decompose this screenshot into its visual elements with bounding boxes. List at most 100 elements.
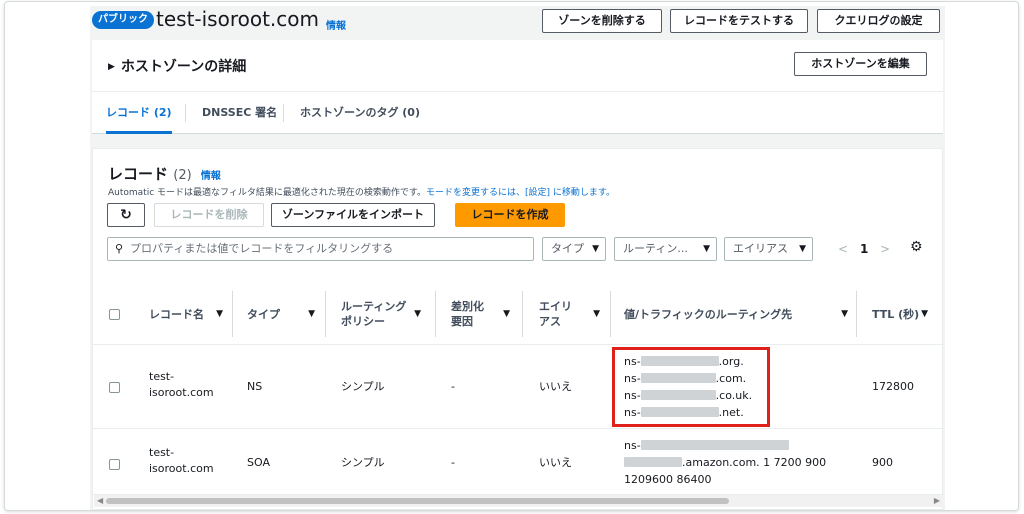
sort-icon: ▼ (593, 309, 600, 319)
page-title: test-isoroot.com (156, 7, 320, 31)
caret-down-icon: ▼ (592, 244, 599, 254)
routing-select[interactable]: ルーティン... ▼ (614, 237, 717, 261)
table-header: レコード名 ▼ タイプ ▼ ルーティング ポリシー ▼ 差別化 要因 ▼ エイリ アス ▼… (93, 283, 944, 345)
search-icon: ⚲ (115, 242, 124, 255)
search-mode-text: Automatic モードは最適なフィルタ結果に最適化された現在の検索動作です。 (108, 188, 426, 198)
delete-zone-button[interactable]: ゾーンを削除する (542, 9, 662, 33)
horizontal-scrollbar[interactable]: ◀ ▶ (94, 495, 943, 507)
record-name-line: isoroot.com (149, 386, 214, 399)
records-title: レコード (108, 165, 169, 183)
column-divider (435, 291, 436, 337)
soa-prefix: ns- (624, 439, 641, 452)
differentiator: - (451, 456, 455, 469)
caret-right-icon: ▶ (108, 62, 115, 72)
ttl-value: 172800 (872, 380, 914, 393)
highlight-box (612, 347, 770, 427)
delete-record-button[interactable]: レコードを削除 (154, 203, 264, 227)
record-name-line: test- (149, 370, 175, 383)
column-divider (522, 291, 523, 337)
sort-icon: ▼ (308, 309, 315, 319)
tabs: レコード (2) DNSSEC 署名 ホストゾーンのタグ (0) (92, 92, 943, 134)
sort-icon: ▼ (503, 309, 510, 319)
alias-select-label: エイリアス (733, 242, 788, 255)
differentiator: - (451, 380, 455, 393)
col-label: TTL (秒) (872, 308, 920, 321)
public-badge: パブリック (92, 11, 154, 29)
hosted-zone-details-panel: ▶ ホストゾーンの詳細 ホストゾーンを編集 (92, 40, 943, 92)
soa-value-line: ns- (624, 437, 826, 454)
page-number[interactable]: 1 (860, 242, 868, 256)
col-label: 差別化 要因 (451, 300, 484, 328)
records-info-link[interactable]: 情報 (201, 171, 221, 182)
alias-select[interactable]: エイリアス ▼ (724, 237, 813, 261)
col-differentiator[interactable]: 差別化 要因 ▼ (451, 283, 518, 345)
scroll-right-icon[interactable]: ▶ (934, 496, 940, 505)
column-divider (325, 291, 326, 337)
alias: いいえ (539, 380, 572, 393)
row-checkbox[interactable] (109, 382, 120, 393)
next-page-icon[interactable]: > (880, 242, 890, 256)
hosted-zone-page: パブリック test-isoroot.com 情報 ゾーンを削除する レコードを… (90, 6, 945, 510)
refresh-button[interactable]: ↻ (107, 203, 145, 227)
col-type[interactable]: タイプ ▼ (247, 283, 323, 345)
filter-placeholder: プロパティまたは値でレコードをフィルタリングする (130, 242, 394, 255)
records-count: (2) (173, 168, 192, 183)
column-divider (856, 291, 857, 337)
sort-icon: ▼ (841, 309, 848, 319)
col-record-name[interactable]: レコード名 ▼ (149, 283, 231, 345)
scroll-left-icon[interactable]: ◀ (97, 496, 103, 505)
row-checkbox[interactable] (109, 459, 120, 470)
redacted-block (640, 440, 789, 450)
title-info-link[interactable]: 情報 (326, 17, 346, 32)
sort-icon: ▼ (414, 309, 421, 319)
record-name-line: test- (149, 446, 175, 459)
type-select-label: タイプ (551, 242, 584, 255)
col-routing-policy[interactable]: ルーティング ポリシー ▼ (341, 283, 429, 345)
col-ttl[interactable]: TTL (秒) ▼ (872, 283, 936, 345)
search-mode-description: Automatic モードは最適なフィルタ結果に最適化された現在の検索動作です。… (108, 185, 615, 198)
details-toggle[interactable]: ▶ ホストゾーンの詳細 (108, 56, 246, 76)
col-label: レコード名 (149, 308, 204, 321)
sort-icon: ▼ (216, 309, 223, 319)
col-alias[interactable]: エイリ アス ▼ (539, 283, 608, 345)
record-name[interactable]: test-isoroot.com (149, 445, 214, 477)
record-type: SOA (247, 456, 270, 469)
create-record-button[interactable]: レコードを作成 (455, 203, 565, 227)
col-label: タイプ (247, 308, 280, 321)
prev-page-icon[interactable]: < (838, 242, 848, 256)
tab-records[interactable]: レコード (2) (106, 92, 172, 134)
screenshot-frame: パブリック test-isoroot.com 情報 ゾーンを削除する レコードを… (4, 1, 1019, 511)
soa-value-line: .amazon.com. 1 7200 900 (624, 454, 826, 471)
record-name[interactable]: test-isoroot.com (149, 369, 214, 401)
query-log-button[interactable]: クエリログの設定 (817, 9, 940, 33)
alias: いいえ (539, 456, 572, 469)
import-zone-file-button[interactable]: ゾーンファイルをインポート (271, 203, 435, 227)
tab-tags[interactable]: ホストゾーンのタグ (0) (300, 92, 420, 134)
filter-input[interactable]: ⚲ プロパティまたは値でレコードをフィルタリングする (107, 237, 534, 261)
soa-value: ns- .amazon.com. 1 7200 900 1209600 8640… (624, 437, 826, 488)
tab-divider (283, 104, 284, 122)
table-row[interactable]: test-isoroot.com SOA シンプル - いいえ ns- .ama… (93, 429, 944, 495)
sort-icon: ▼ (921, 309, 928, 319)
caret-down-icon: ▼ (799, 244, 806, 254)
routing-select-label: ルーティン... (623, 242, 688, 255)
tab-dnssec[interactable]: DNSSEC 署名 (202, 92, 277, 134)
records-heading: レコード (2) 情報 (108, 163, 221, 184)
routing-policy: シンプル (341, 456, 385, 469)
select-all-checkbox[interactable] (109, 309, 120, 320)
tab-divider (185, 104, 186, 122)
change-mode-link[interactable]: モードを変更するには、[設定] に移動します。 (426, 188, 615, 198)
gear-icon[interactable]: ⚙ (910, 239, 923, 255)
table-row[interactable]: test-isoroot.com NS シンプル - いいえ ns- .org. … (93, 345, 944, 429)
record-name-line: isoroot.com (149, 462, 214, 475)
type-select[interactable]: タイプ ▼ (542, 237, 606, 261)
test-record-button[interactable]: レコードをテストする (670, 9, 808, 33)
ttl-value: 900 (872, 456, 893, 469)
caret-down-icon: ▼ (703, 244, 710, 254)
edit-hosted-zone-button[interactable]: ホストゾーンを編集 (794, 52, 927, 76)
col-value[interactable]: 値/トラフィックのルーティング先 ▼ (624, 283, 856, 345)
records-container: レコード (2) 情報 Automatic モードは最適なフィルタ結果に最適化さ… (92, 148, 944, 510)
details-title: ホストゾーンの詳細 (120, 59, 247, 75)
scrollbar-thumb[interactable] (106, 498, 729, 504)
soa-value-line: 1209600 86400 (624, 473, 712, 486)
